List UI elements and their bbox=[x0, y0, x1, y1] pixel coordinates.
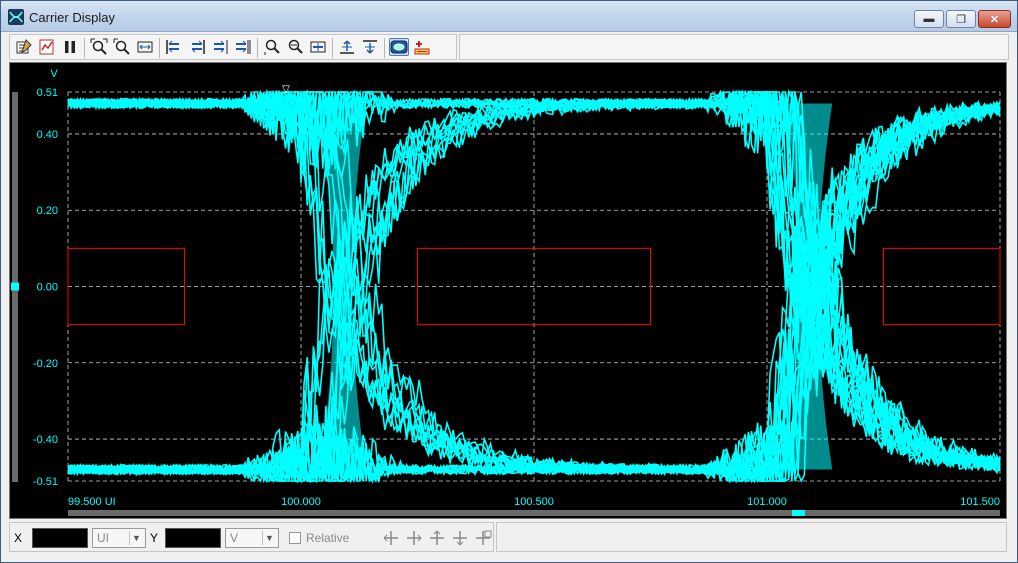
minimize-button[interactable]: ▬ bbox=[914, 10, 944, 28]
trigger-marker-icon[interactable]: ▽ bbox=[282, 84, 290, 95]
y-tick-label: -0.20 bbox=[33, 358, 58, 370]
step-right-button[interactable] bbox=[210, 38, 230, 56]
toolbar-separator bbox=[332, 38, 333, 58]
y-unit-select[interactable]: V ▼ bbox=[225, 528, 279, 548]
x-tick-label: 99.500 UI bbox=[68, 496, 116, 508]
align-down-button[interactable] bbox=[360, 38, 380, 56]
pan-reset-icon bbox=[476, 530, 492, 545]
pan-right-icon bbox=[407, 531, 422, 545]
vertical-offset-handle[interactable] bbox=[11, 282, 19, 291]
zoom-box-icon bbox=[113, 38, 130, 55]
title-bar[interactable]: Carrier Display ▬ ❐ ✕ bbox=[1, 1, 1017, 32]
shift-right-button[interactable] bbox=[187, 38, 207, 56]
add-mask-button[interactable] bbox=[412, 38, 432, 56]
pan-reset-button[interactable] bbox=[474, 529, 492, 547]
edit-properties-icon bbox=[16, 39, 32, 54]
pan-up-button[interactable] bbox=[428, 529, 446, 547]
eye-diagram-plot[interactable]: 0.51 0.40 0.20 0.00 -0.20 -0.40 -0.51 99.500 UI… bbox=[10, 63, 1008, 520]
chevron-down-icon: ▼ bbox=[129, 531, 143, 545]
plot-panel[interactable]: 0.51 0.40 0.20 0.00 -0.20 -0.40 -0.51 99.500 UI… bbox=[9, 62, 1007, 519]
toolbar-separator bbox=[159, 38, 160, 58]
export-icon bbox=[39, 39, 54, 55]
cursor-status-bar: X UI ▼ Y V ▼ Relative bbox=[9, 522, 494, 552]
x-tick-label: 101.500 bbox=[960, 496, 1000, 508]
shift-left-icon bbox=[166, 40, 179, 54]
shift-right-icon bbox=[191, 40, 205, 54]
y-tick-label: 0.40 bbox=[37, 129, 58, 141]
carrier-display-window: Carrier Display ▬ ❐ ✕ 0.51 0.40 0.20 0.00 -0… bbox=[0, 0, 1018, 563]
align-up-icon bbox=[340, 40, 354, 54]
center-icon bbox=[310, 41, 326, 53]
minimize-icon: ▬ bbox=[923, 13, 935, 25]
relative-label: Relative bbox=[306, 531, 350, 545]
eye-mask-button[interactable] bbox=[389, 38, 409, 56]
x-unit-select[interactable]: UI ▼ bbox=[92, 528, 146, 548]
zoom-x-in-icon bbox=[264, 39, 280, 55]
zoom-fit-button[interactable] bbox=[89, 38, 109, 56]
x-label: X bbox=[14, 531, 23, 545]
pan-left-button[interactable] bbox=[382, 529, 400, 547]
x-tick-label: 100.000 bbox=[281, 496, 321, 508]
align-up-button[interactable] bbox=[337, 38, 357, 56]
y-value-field[interactable] bbox=[165, 528, 221, 548]
toolbar bbox=[9, 34, 457, 60]
align-down-icon bbox=[363, 40, 377, 54]
pan-down-icon bbox=[453, 531, 467, 546]
maximize-icon: ❐ bbox=[956, 13, 966, 26]
pause-icon bbox=[65, 41, 75, 53]
zoom-fit-icon bbox=[90, 38, 108, 55]
y-unit-label: V bbox=[50, 68, 58, 80]
zoom-x-out-button[interactable] bbox=[285, 38, 305, 56]
horizontal-scroll-thumb[interactable] bbox=[792, 510, 805, 516]
relative-checkbox[interactable] bbox=[289, 532, 301, 544]
y-label: Y bbox=[150, 531, 159, 545]
y-tick-label: -0.40 bbox=[33, 434, 58, 446]
zoom-horizontal-button[interactable] bbox=[135, 38, 155, 56]
shift-left-button[interactable] bbox=[164, 38, 184, 56]
step-end-button[interactable] bbox=[233, 38, 253, 56]
window-title: Carrier Display bbox=[29, 10, 115, 25]
x-tick-label: 100.500 bbox=[514, 496, 554, 508]
toolbar-separator bbox=[84, 38, 85, 58]
pause-button[interactable] bbox=[60, 38, 80, 56]
toolbar-separator bbox=[257, 38, 258, 58]
zoom-box-button[interactable] bbox=[112, 38, 132, 56]
step-end-icon bbox=[236, 40, 251, 54]
x-value-field[interactable] bbox=[32, 528, 88, 548]
step-right-icon bbox=[214, 40, 228, 54]
close-icon: ✕ bbox=[989, 13, 1000, 26]
edit-properties-button[interactable] bbox=[14, 38, 34, 56]
add-mask-icon bbox=[414, 41, 430, 55]
pan-right-button[interactable] bbox=[405, 529, 423, 547]
zoom-x-out-icon bbox=[288, 39, 303, 54]
x-tick-label: 101.000 bbox=[747, 496, 787, 508]
y-unit-value: V bbox=[230, 531, 239, 545]
pan-up-icon bbox=[430, 530, 444, 545]
center-button[interactable] bbox=[308, 38, 328, 56]
x-unit-value: UI bbox=[97, 531, 109, 545]
toolbar-separator bbox=[384, 38, 385, 58]
zoom-horizontal-icon bbox=[137, 41, 153, 53]
y-tick-label: 0.51 bbox=[37, 87, 58, 99]
zoom-x-in-button[interactable] bbox=[262, 38, 282, 56]
close-button[interactable]: ✕ bbox=[978, 10, 1011, 28]
export-button[interactable] bbox=[37, 38, 57, 56]
status-bar-extension bbox=[496, 522, 1007, 552]
right-mask[interactable] bbox=[883, 247, 1001, 326]
y-tick-label: 0.00 bbox=[37, 282, 58, 294]
y-tick-label: 0.20 bbox=[37, 205, 58, 217]
y-tick-label: -0.51 bbox=[33, 476, 58, 488]
pan-left-icon bbox=[383, 531, 398, 545]
eye-mask-icon bbox=[390, 40, 408, 54]
chevron-down-icon: ▼ bbox=[262, 531, 276, 545]
pan-down-button[interactable] bbox=[451, 529, 469, 547]
app-icon bbox=[8, 9, 24, 25]
horizontal-scrollbar[interactable] bbox=[68, 510, 1000, 516]
maximize-button[interactable]: ❐ bbox=[946, 10, 976, 28]
toolbar-extension bbox=[459, 34, 1009, 60]
